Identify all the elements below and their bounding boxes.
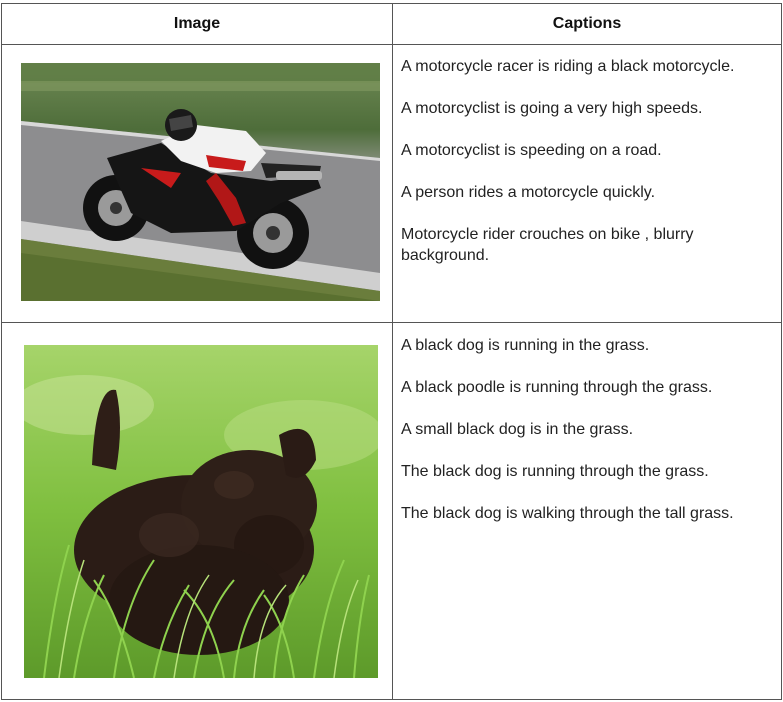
- captions-cell-2: A black dog is running in the grass. A b…: [401, 335, 771, 545]
- caption-text: A person rides a motorcycle quickly.: [401, 184, 656, 201]
- caption-table: Image Captions A motorcycle racer is rid…: [1, 3, 782, 700]
- row-divider: [2, 322, 781, 323]
- caption-text: A black poodle is running through the gr…: [401, 379, 713, 396]
- caption-text: A motorcyclist is speeding on a road.: [401, 142, 662, 159]
- caption-text: Motorcycle rider crouches on bike , blur…: [401, 226, 694, 264]
- header-image: Image: [173, 15, 221, 32]
- caption-text: The black dog is running through the gra…: [401, 463, 709, 480]
- caption-text: A black dog is running in the grass.: [401, 337, 650, 354]
- caption-text: The black dog is walking through the tal…: [401, 505, 734, 522]
- caption-text: A motorcyclist is going a very high spee…: [401, 100, 703, 117]
- header-captions: Captions: [552, 15, 622, 32]
- black-dog-in-grass-photo: [24, 345, 378, 678]
- motorcycle-racer-photo: [21, 63, 380, 301]
- caption-text: A motorcycle racer is riding a black mot…: [401, 58, 735, 75]
- captions-cell-1: A motorcycle racer is riding a black mot…: [401, 56, 771, 287]
- column-divider: [392, 4, 393, 699]
- caption-text: A small black dog is in the grass.: [401, 421, 634, 438]
